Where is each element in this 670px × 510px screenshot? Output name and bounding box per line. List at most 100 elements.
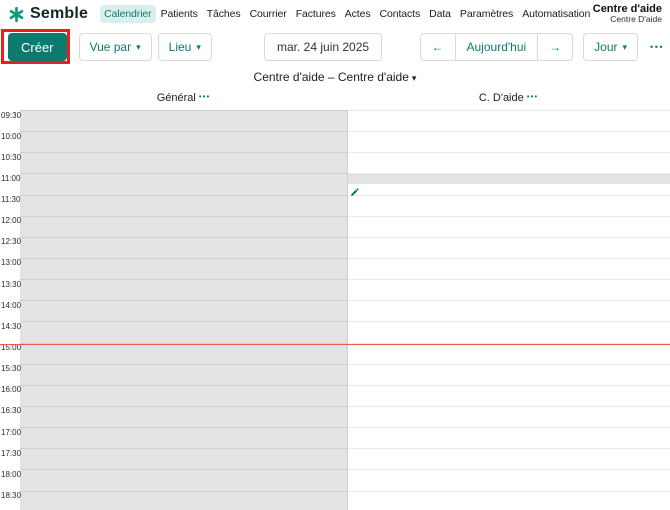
time-cell: 11:00 [0,173,20,194]
nav-item[interactable]: Patients [157,5,202,23]
time-label: 13:00 [1,258,22,268]
column-label: C. D'aide [478,92,524,104]
grid-row [20,236,670,258]
toolbar-right-group: ← Aujourd'hui → Jour ▾ ••• [419,33,667,61]
time-cell: 16:30 [0,406,22,427]
grid-row [20,363,670,385]
chevron-down-icon: ▾ [622,41,628,52]
pencil-icon [351,188,359,196]
time-cell: 09:30 [0,110,22,131]
grid-row [20,215,670,237]
time-label: 12:30 [1,237,22,247]
column-more-icon[interactable]: ••• [527,92,538,101]
time-label: 09:30 [1,110,22,120]
location-selector-label: Centre d'aide – Centre d'aide [253,70,409,84]
time-label: 18:00 [1,469,22,479]
date-button[interactable]: mar. 24 juin 2025 [264,33,383,61]
nav-item[interactable]: Data [425,5,455,23]
semble-logo-icon [8,6,25,23]
time-cell: 11:30 [0,195,20,216]
grid-row [20,342,670,364]
column-header-aide: C. D'aide ••• [347,92,670,104]
toolbar-left-group: Créer Vue par ▾ Lieu ▾ [8,33,212,61]
time-label: 10:30 [1,152,22,162]
create-button[interactable]: Créer [8,33,67,61]
time-cell: 12:00 [0,216,22,237]
grid-row [20,300,670,321]
time-cell: 13:30 [0,279,22,300]
location-label: Lieu [168,40,192,54]
grid-row [20,427,670,448]
grid-row [20,405,670,427]
time-cell: 16:00 [0,385,22,406]
location-button[interactable]: Lieu ▾ [157,33,212,61]
calendar-toolbar: Créer Vue par ▾ Lieu ▾ mar. 24 juin 2025… [0,28,670,66]
current-time-indicator [0,344,670,345]
brand-name: Semble [30,5,89,22]
grid-row [20,194,670,216]
time-label: 18:30 [1,491,22,501]
today-button[interactable]: Aujourd'hui [454,33,539,61]
view-mode-button[interactable]: Jour ▾ [583,33,639,61]
time-label: 15:30 [1,364,22,374]
time-cell: 14:30 [0,321,22,342]
grid-row [20,257,670,279]
next-day-button[interactable]: → [537,33,574,61]
column-more-icon[interactable]: ••• [199,92,210,101]
time-label: 14:00 [1,300,22,310]
time-cell: 13:00 [0,258,22,279]
grid-row [20,490,670,510]
grid-row [20,173,670,194]
time-gutter: 09:30 10:00 10:30 11:00 11:30 12:00 12:3… [0,110,22,510]
time-cell: 10:30 [0,152,22,173]
account-switcher[interactable]: Centre d'aide Centre D'aide [593,3,662,25]
time-cell: 10:00 [0,131,22,152]
view-by-button[interactable]: Vue par ▾ [78,33,152,61]
time-label: 11:30 [1,195,21,205]
grid-row [20,321,670,342]
time-label: 11:00 [1,173,21,183]
nav-item[interactable]: Paramètres [456,5,517,23]
calendar-grid[interactable]: 09:30 10:00 10:30 11:00 11:30 12:00 12:3… [0,110,670,510]
column-divider [347,110,348,510]
prev-day-button[interactable]: ← [419,33,456,61]
toolbar-more-icon[interactable]: ••• [648,36,666,58]
time-label: 10:00 [1,131,22,141]
nav-item[interactable]: Factures [292,5,340,23]
time-label: 16:00 [1,385,22,395]
time-label: 17:00 [1,427,22,437]
grid-lines [20,110,670,510]
view-by-label: Vue par [89,40,132,54]
nav-item[interactable]: Automatisation [518,5,594,23]
grid-row [20,448,670,469]
time-cell: 18:30 [0,491,22,510]
nav-item[interactable]: Calendrier [100,5,156,23]
nav-item[interactable]: Courrier [246,5,291,23]
time-cell: 14:00 [0,300,22,321]
time-cell: 15:30 [0,364,22,385]
top-nav-bar: Semble Calendrier Patients Tâches Courrier F… [0,0,670,28]
grid-row [20,469,670,490]
time-label: 12:00 [1,216,22,226]
time-label: 14:30 [1,321,22,331]
location-selector[interactable]: Centre d'aide – Centre d'aide ▾ [0,66,670,88]
main-nav: Calendrier Patients Tâches Courrier Factures… [100,5,593,23]
nav-item[interactable]: Actes [341,5,375,23]
time-cell: 17:00 [0,427,22,448]
grid-row [20,384,670,406]
grid-row [20,131,670,152]
time-cell: 12:30 [0,237,22,258]
time-label: 13:30 [1,279,22,289]
chevron-down-icon: ▾ [136,41,141,52]
chevron-down-icon: ▾ [411,73,417,83]
view-mode-label: Jour [594,40,618,54]
nav-item[interactable]: Contacts [376,5,425,23]
time-cell: 15:00 [0,343,21,364]
time-label: 16:30 [1,406,22,416]
nav-item[interactable]: Tâches [203,5,245,23]
time-cell: 18:00 [0,469,22,490]
column-header-general: Général ••• [20,92,347,104]
grid-row [20,279,670,300]
account-subname: Centre D'aide [610,14,662,25]
time-cell: 17:30 [0,448,21,469]
